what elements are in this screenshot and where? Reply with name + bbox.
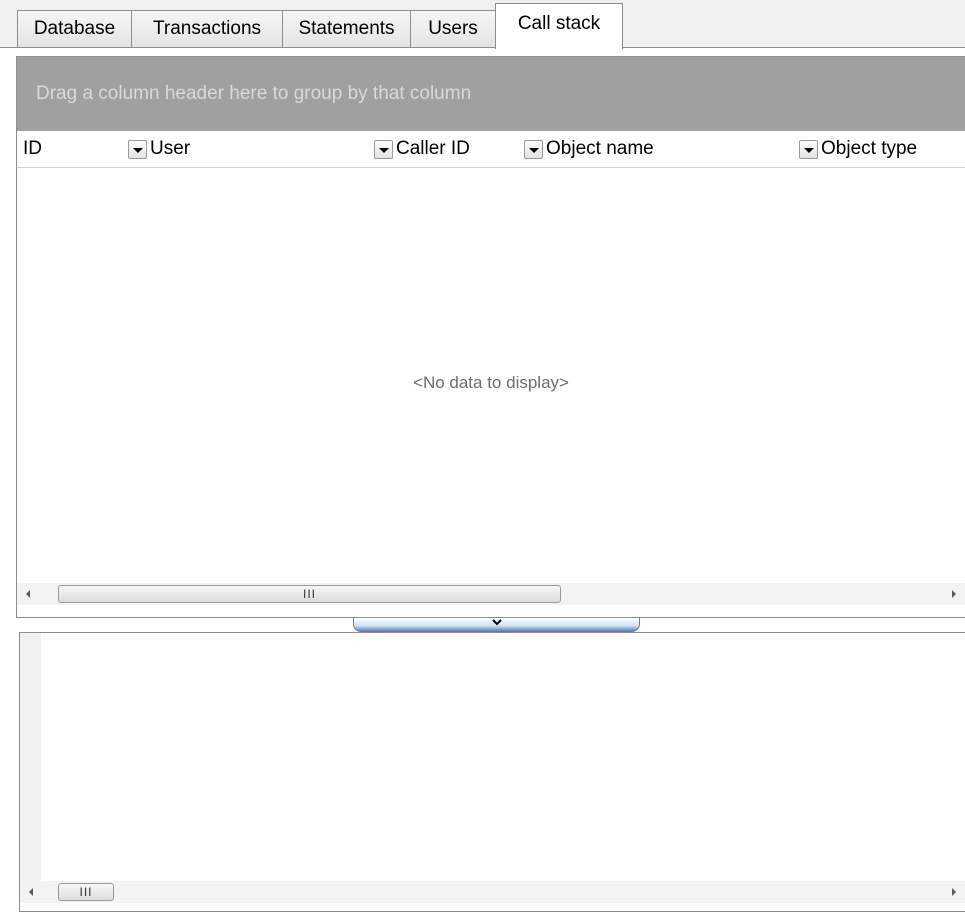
- column-header-object-type[interactable]: Object type: [821, 131, 965, 167]
- column-header-caller-id[interactable]: Caller ID: [396, 131, 516, 167]
- tab-transactions[interactable]: Transactions: [131, 10, 283, 47]
- empty-grid-message: <No data to display>: [413, 373, 569, 392]
- grid-scroll-grip: III: [302, 587, 316, 601]
- detail-gutter: [20, 633, 41, 881]
- chevron-down-icon: [491, 619, 502, 626]
- scroll-right-arrow-icon[interactable]: [943, 881, 965, 903]
- column-header-object-name[interactable]: Object name: [546, 131, 791, 167]
- call-stack-grid: Drag a column header here to group by th…: [16, 56, 965, 618]
- tab-statements[interactable]: Statements: [282, 10, 411, 47]
- column-id-filter-dropdown[interactable]: [128, 140, 147, 159]
- column-header-row: ID User Caller ID Object name Object typ…: [17, 131, 965, 168]
- detail-panel: III: [19, 632, 965, 912]
- group-by-panel[interactable]: Drag a column header here to group by th…: [17, 57, 965, 131]
- tab-database[interactable]: Database: [17, 10, 132, 47]
- column-header-caller-id-label: Caller ID: [396, 138, 470, 159]
- detail-scroll-thumb[interactable]: III: [58, 883, 114, 901]
- detail-scroll-grip: III: [79, 885, 93, 899]
- group-by-hint: Drag a column header here to group by th…: [36, 83, 472, 104]
- column-header-user-label: User: [150, 138, 191, 159]
- grid-horizontal-scrollbar[interactable]: III: [17, 583, 965, 605]
- column-caller-id-filter-dropdown[interactable]: [524, 140, 543, 159]
- scroll-right-arrow-icon[interactable]: [943, 583, 965, 605]
- detail-horizontal-scrollbar[interactable]: III: [20, 881, 965, 903]
- grid-scroll-thumb[interactable]: III: [58, 585, 561, 603]
- column-header-object-name-label: Object name: [546, 138, 654, 159]
- column-header-id-label: ID: [23, 138, 42, 159]
- splitter-collapse-button[interactable]: [353, 618, 640, 632]
- column-user-filter-dropdown[interactable]: [374, 140, 393, 159]
- tab-strip: Database Transactions Statements Users C…: [0, 0, 965, 49]
- column-header-id[interactable]: ID: [23, 131, 123, 167]
- column-header-object-type-label: Object type: [821, 138, 918, 159]
- scroll-left-arrow-icon[interactable]: [20, 881, 42, 903]
- column-object-name-filter-dropdown[interactable]: [799, 140, 818, 159]
- tab-call-stack[interactable]: Call stack: [495, 3, 623, 49]
- tab-users[interactable]: Users: [410, 10, 496, 47]
- scroll-left-arrow-icon[interactable]: [17, 583, 39, 605]
- column-header-user[interactable]: User: [150, 131, 370, 167]
